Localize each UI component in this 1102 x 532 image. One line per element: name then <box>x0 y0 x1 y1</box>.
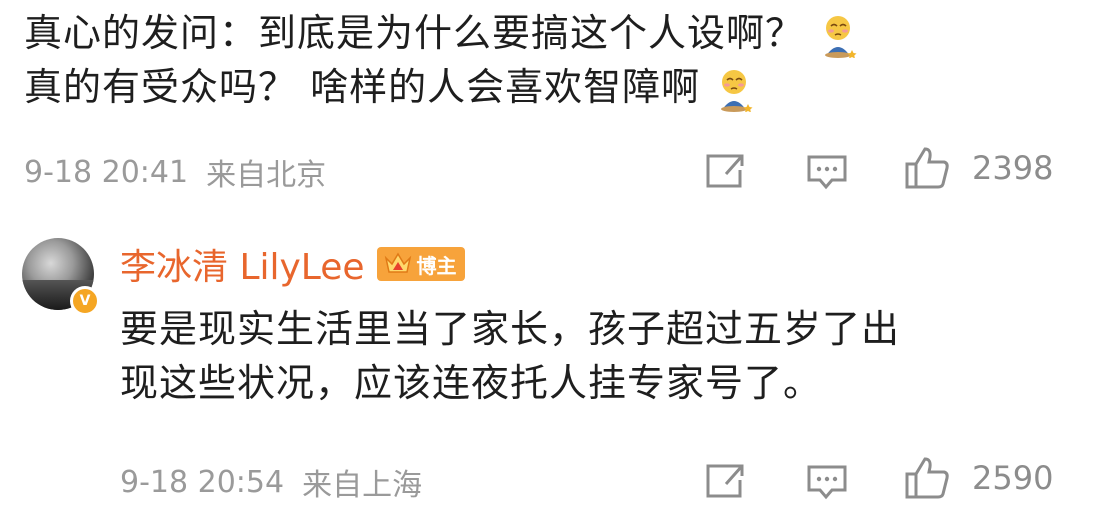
comment-line-1: 真心的发问：到底是为什么要搞这个人设啊？ <box>24 11 805 55</box>
username[interactable]: 李冰清 LilyLee <box>120 238 365 290</box>
reply-text: 要是现实生活里当了家长，孩子超过五岁了出 现这些状况，应该连夜托人挂专家号了。 <box>120 302 900 410</box>
badge-label: 博主 <box>416 253 457 278</box>
like-count: 2398 <box>972 149 1054 187</box>
share-icon <box>706 154 744 188</box>
comment-location: 来自北京 <box>206 158 327 193</box>
comment-icon <box>807 465 847 500</box>
comment-icon <box>807 155 847 190</box>
crown-icon <box>384 252 411 273</box>
reply-line-2: 现这些状况，应该连夜托人挂专家号了。 <box>120 361 823 405</box>
like-button[interactable]: 2590 <box>904 456 1053 500</box>
like-count: 2590 <box>972 459 1054 497</box>
share-icon <box>706 464 744 498</box>
reply-line-1: 要是现实生活里当了家长，孩子超过五岁了出 <box>120 307 901 351</box>
reply-time: 9-18 20:54 <box>120 464 285 500</box>
thumbs-up-icon <box>905 147 949 189</box>
kneeling-sad-emoji-icon <box>714 68 754 112</box>
reply-author[interactable]: 李冰清 LilyLee 博主 <box>120 238 465 290</box>
comment-button[interactable] <box>806 464 848 500</box>
reply-meta: 9-18 20:54 来自上海 <box>120 460 422 504</box>
thumbs-up-icon <box>905 457 949 499</box>
reply-location: 来自上海 <box>302 468 423 503</box>
share-button[interactable] <box>704 462 746 500</box>
like-button[interactable]: 2398 <box>904 146 1053 190</box>
role-badge: 博主 <box>376 247 465 281</box>
share-button[interactable] <box>704 152 746 190</box>
comment-text: 真心的发问：到底是为什么要搞这个人设啊？ 真的有受众吗？ 啥样的人会喜欢智障啊 <box>24 6 858 114</box>
comment-line-2: 真的有受众吗？ 啥样的人会喜欢智障啊 <box>24 65 701 109</box>
verified-badge-icon: V <box>70 286 100 316</box>
kneeling-sad-emoji-icon <box>818 14 858 58</box>
comment-time: 9-18 20:41 <box>24 154 189 190</box>
comment-button[interactable] <box>806 154 848 190</box>
comment-meta: 9-18 20:41 来自北京 <box>24 150 326 194</box>
